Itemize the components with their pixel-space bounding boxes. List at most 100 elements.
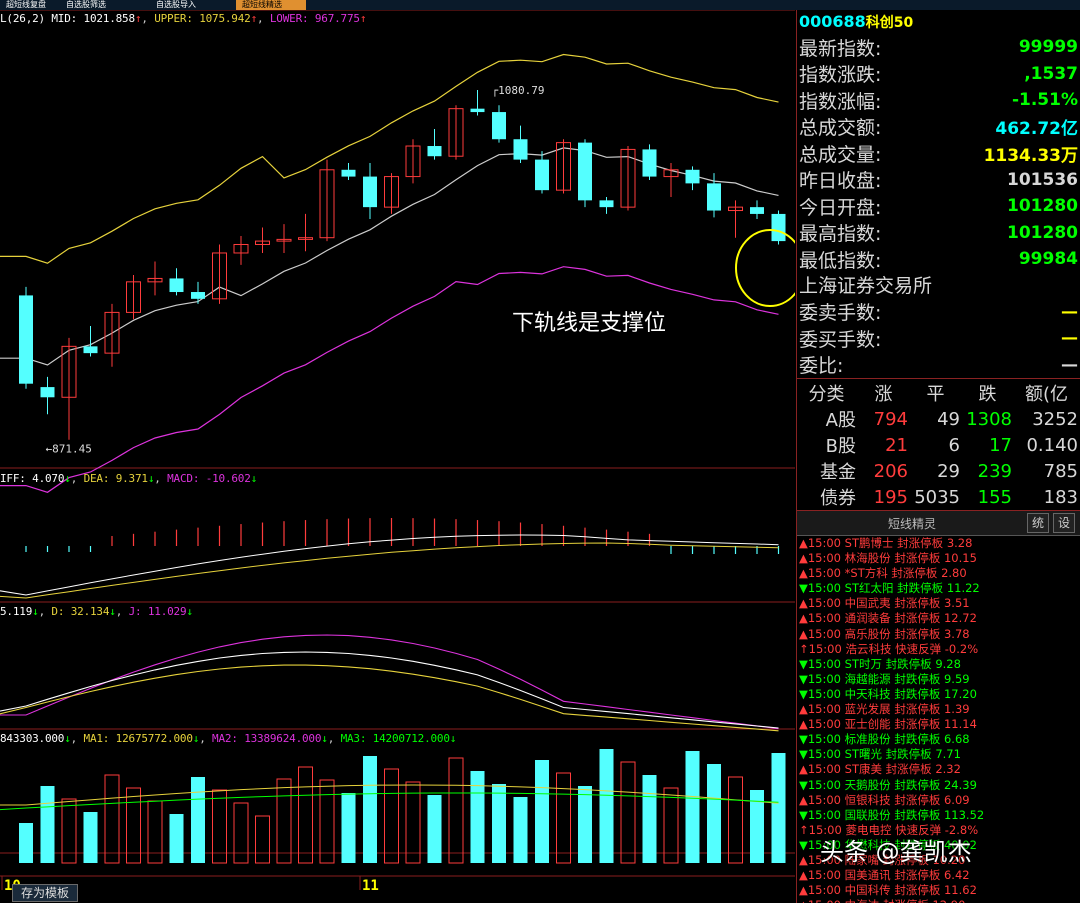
- toolbar-tab-3[interactable]: 超短线精选: [236, 0, 306, 10]
- feed-value: 1.39: [943, 702, 970, 717]
- stats-cell: 21: [885, 434, 908, 456]
- spirit-feed-item[interactable]: ▲15:00 国美通讯 封涨停板 6.42: [797, 868, 1080, 883]
- feed-event: 封涨停板: [894, 611, 941, 626]
- feed-time: 15:00: [807, 626, 842, 641]
- feed-value: 11.14: [943, 717, 977, 732]
- stats-header: 额(亿: [1024, 384, 1069, 405]
- candle-body: [707, 183, 721, 211]
- direction-icon: ▲: [799, 762, 808, 777]
- spirit-feed-item[interactable]: ▼15:00 天鹅股份 封跌停板 24.39: [797, 778, 1080, 793]
- vol-ma2-name: MA2:: [212, 732, 238, 745]
- kdj-k-value: 5.119: [0, 605, 33, 618]
- spirit-feed-item[interactable]: ▲15:00 *ST方科 封涨停板 2.80: [797, 566, 1080, 581]
- spirit-feed-item[interactable]: ▲15:00 中国科传 封涨停板 11.62: [797, 883, 1080, 898]
- toolbar-tab-2[interactable]: 自选股导入: [150, 0, 232, 10]
- boll-lower-line: [0, 266, 779, 493]
- volume-bar: [147, 800, 163, 864]
- feed-event: 封涨停板: [894, 792, 941, 807]
- volume-bar: [707, 764, 721, 863]
- volume-bar: [298, 766, 313, 864]
- spirit-feed-item[interactable]: ▼15:00 国联股份 封跌停板 113.52: [797, 808, 1080, 823]
- spirit-settings-button[interactable]: 设: [1053, 513, 1075, 533]
- candle-body: [513, 139, 528, 160]
- quote-value: —: [1061, 328, 1078, 349]
- feed-stock-name: 高乐股份: [844, 626, 891, 641]
- chart-canvas[interactable]: ┌1080.79←871.451011: [0, 10, 795, 903]
- direction-icon: ▲: [799, 898, 808, 903]
- spirit-feed-item[interactable]: ▲15:00 亚士创能 封涨停板 11.14: [797, 717, 1080, 732]
- candle-body: [578, 142, 592, 201]
- direction-icon: ▲: [799, 792, 808, 807]
- stats-cell: 基金: [820, 462, 856, 483]
- spirit-feed-item[interactable]: ▲15:00 中国武夷 封涨停板 3.51: [797, 596, 1080, 611]
- macd-dea-name: DEA:: [83, 472, 110, 485]
- volume-bar: [319, 779, 335, 864]
- feed-event: 封涨停板: [894, 868, 941, 883]
- volume-bar: [728, 776, 743, 864]
- feed-stock-name: 国联股份: [844, 807, 891, 822]
- feed-time: 15:00: [808, 898, 841, 903]
- spirit-feed-item[interactable]: ▲15:00 蓝光发展 封涨停板 1.39: [797, 702, 1080, 717]
- highlight-circle: [735, 229, 795, 307]
- spirit-feed-item[interactable]: ▲15:00 ST鹏博士 封涨停板 3.28: [797, 536, 1080, 551]
- stats-header: 分类: [808, 384, 845, 405]
- feed-stock-name: 标准股份: [844, 732, 891, 747]
- spirit-feed-item[interactable]: ▲15:00 通润装备 封涨停板 12.72: [797, 611, 1080, 626]
- feed-event: 封涨停板: [894, 626, 941, 641]
- spirit-feed-item[interactable]: ▲15:00 高乐股份 封涨停板 3.78: [797, 627, 1080, 642]
- spirit-feed-item[interactable]: ▼15:00 ST曙光 封跌停板 7.71: [797, 747, 1080, 762]
- toolbar-tab-0[interactable]: 超短线复盘: [0, 0, 56, 10]
- feed-time: 15:00: [807, 762, 842, 777]
- feed-stock-name: 浩云科技: [845, 641, 892, 656]
- spirit-feed-item[interactable]: ▲15:00 中海达 封涨停板 12.90: [797, 898, 1080, 903]
- quote-value: 101280: [1007, 196, 1078, 217]
- stats-cell: 49: [937, 408, 960, 430]
- candle-body: [492, 112, 506, 140]
- direction-icon: ▼: [799, 656, 808, 671]
- direction-icon: ▲: [799, 702, 808, 717]
- feed-event: 封跌停板: [894, 807, 941, 822]
- spirit-feed-item[interactable]: ▼15:00 中天科技 封跌停板 17.20: [797, 687, 1080, 702]
- spirit-stats-button[interactable]: 统: [1027, 513, 1049, 533]
- macd-legend: IFF: 4.070↓, DEA: 9.371↓, MACD: -10.602↓: [0, 472, 258, 485]
- direction-icon: ▲: [799, 626, 808, 641]
- stock-code: 000688: [799, 12, 866, 31]
- spirit-feed-item[interactable]: ▲15:00 恒银科技 封涨停板 6.09: [797, 793, 1080, 808]
- candle-body: [40, 387, 55, 398]
- feed-event: 封涨停板: [894, 596, 941, 611]
- volume-bar: [363, 756, 377, 863]
- feed-stock-name: 中国武夷: [844, 596, 891, 611]
- save-template-button[interactable]: 存为模板: [12, 884, 79, 902]
- toolbar-tab-1[interactable]: 自选股筛选: [60, 0, 142, 10]
- macd-diff-value: 4.070: [32, 472, 65, 485]
- spirit-feed-item[interactable]: ↑15:00 浩云科技 快速反弹 -0.2%: [797, 642, 1080, 657]
- boll-upper-value: 1075.942: [199, 12, 251, 25]
- spirit-feed-item[interactable]: ▼15:00 ST红太阳 封跌停板 11.22: [797, 581, 1080, 596]
- direction-icon: ▼: [799, 747, 808, 762]
- macd-macd-value: -10.602: [205, 472, 251, 485]
- high-price-label: ┌1080.79: [492, 84, 545, 97]
- month-label: 11: [362, 878, 379, 894]
- feed-stock-name: 林海股份: [844, 551, 891, 566]
- vol-value: 843303.000: [0, 732, 65, 745]
- direction-icon: ▲: [799, 852, 808, 867]
- feed-event: 封跌停板: [897, 581, 944, 596]
- candle-body: [599, 200, 614, 208]
- kline-chart[interactable]: ┌1080.79←871.451011 L(26,2) MID: 1021.85…: [0, 10, 795, 903]
- quote-label: 总成交量:: [799, 143, 882, 166]
- spirit-feed-item[interactable]: ▲15:00 林海股份 封涨停板 10.15: [797, 551, 1080, 566]
- feed-stock-name: 海越能源: [844, 671, 891, 686]
- quote-row: 总成交额: 462.72亿: [797, 114, 1080, 141]
- quote-value: 101280: [1007, 222, 1078, 243]
- feed-value: 6.09: [943, 792, 970, 807]
- direction-icon: ▲: [799, 551, 808, 566]
- boll-legend: L(26,2) MID: 1021.858↑, UPPER: 1075.942↑…: [0, 12, 367, 25]
- feed-stock-name: 亚士创能: [844, 717, 891, 732]
- spirit-feed-item[interactable]: ▲15:00 ST康美 封涨停板 2.32: [797, 762, 1080, 777]
- spirit-feed-item[interactable]: ▼15:00 ST时万 封跌停板 9.28: [797, 657, 1080, 672]
- spirit-feed-item[interactable]: ▼15:00 标准股份 封跌停板 6.68: [797, 732, 1080, 747]
- feed-value: 6.68: [943, 732, 970, 747]
- quote-value: 1134.33万: [983, 145, 1078, 166]
- volume-bar: [255, 815, 270, 864]
- spirit-feed-item[interactable]: ▼15:00 海越能源 封跌停板 9.59: [797, 672, 1080, 687]
